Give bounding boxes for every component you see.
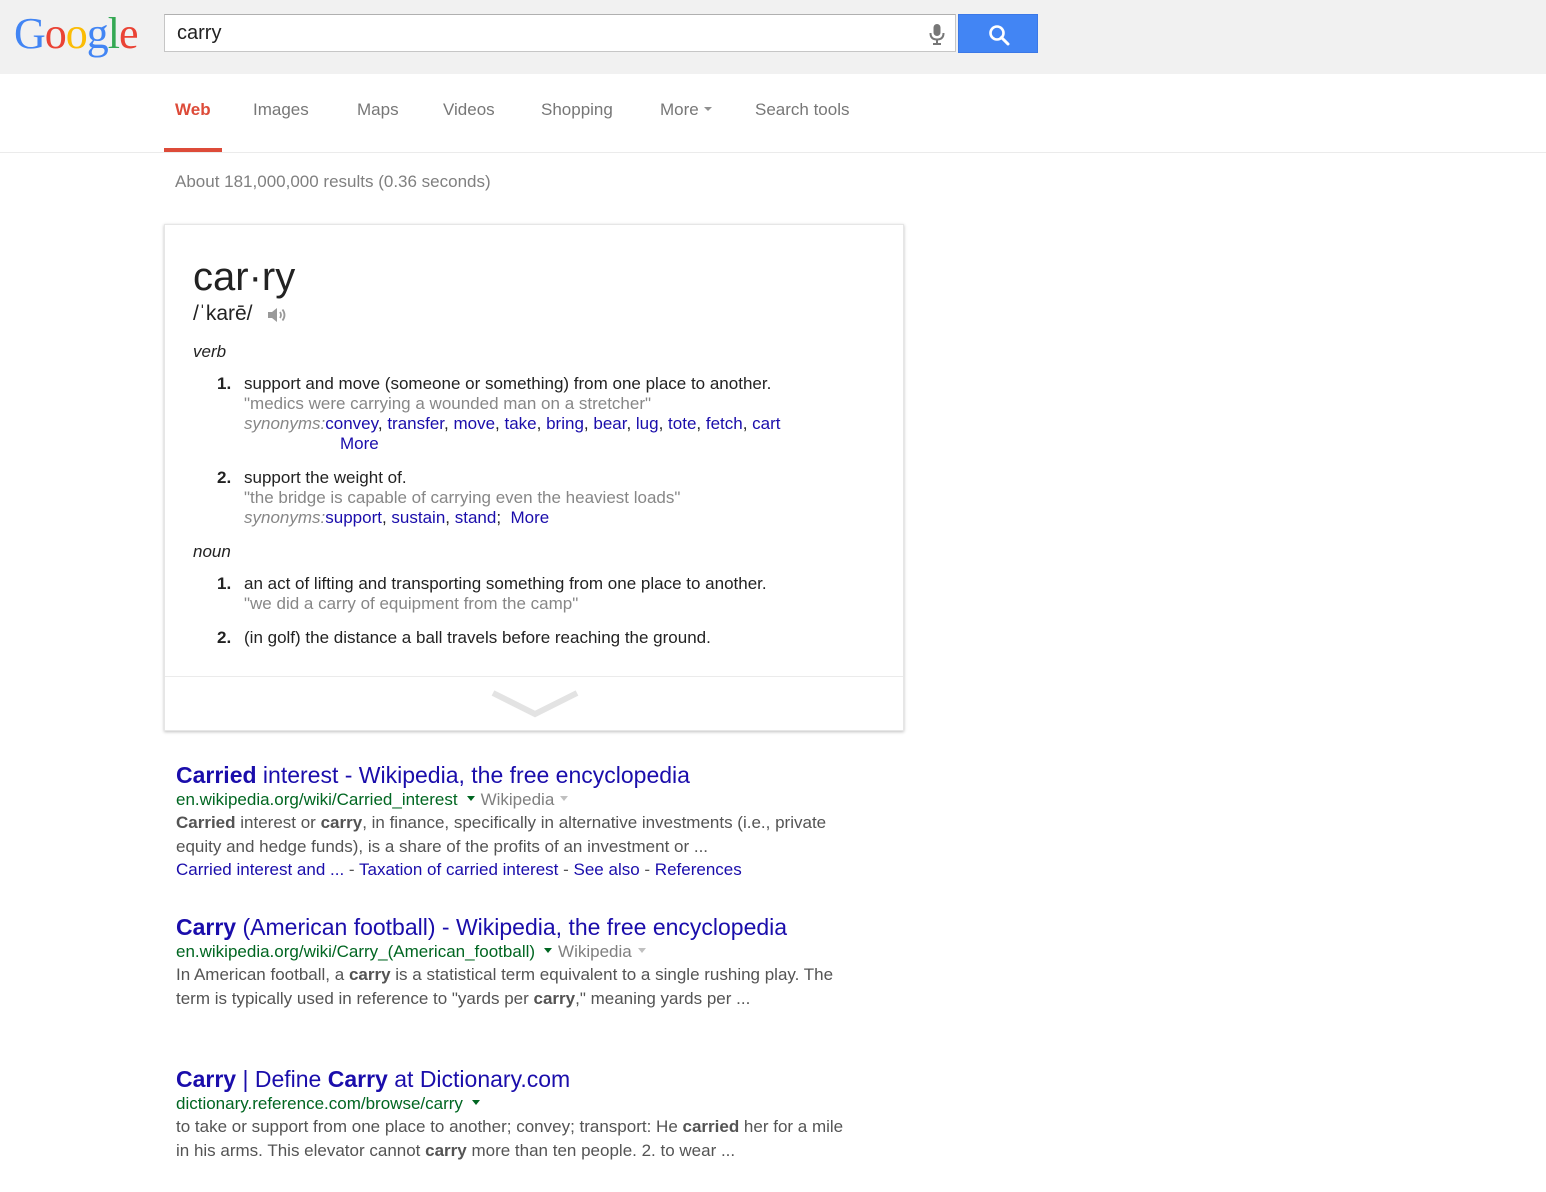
- speaker-icon[interactable]: [267, 305, 289, 330]
- dictionary-card: car·ry /ˈkarē/ verb 1. support and move …: [164, 224, 904, 731]
- sense-definition: an act of lifting and transporting somet…: [244, 574, 767, 593]
- sense-number: 2.: [217, 628, 232, 647]
- sense-definition: support and move (someone or something) …: [244, 374, 772, 393]
- sense-definition: support the weight of.: [244, 468, 407, 487]
- synonym-link[interactable]: bear: [593, 414, 626, 433]
- sense-example: "we did a carry of equipment from the ca…: [244, 594, 579, 613]
- result-url[interactable]: en.wikipedia.org/wiki/Carry_(American_fo…: [176, 942, 535, 961]
- synonyms-label: synonyms:: [244, 508, 326, 527]
- sense-example: "the bridge is capable of carrying even …: [244, 488, 681, 507]
- active-tab-indicator: [164, 148, 222, 152]
- tab-more[interactable]: More: [660, 100, 712, 120]
- result-snippet: In American football, a carry is a stati…: [176, 965, 834, 1008]
- tab-more-label: More: [660, 100, 699, 119]
- sitelink[interactable]: See also: [574, 860, 640, 879]
- part-of-speech-verb: verb: [193, 342, 227, 361]
- result-url[interactable]: en.wikipedia.org/wiki/Carried_interest: [176, 790, 458, 809]
- synonym-link[interactable]: fetch: [706, 414, 743, 433]
- synonym-link[interactable]: cart: [752, 414, 780, 433]
- sense-number: 1.: [217, 574, 232, 593]
- sitelink[interactable]: Taxation of carried interest: [359, 860, 558, 879]
- synonym-link[interactable]: lug: [636, 414, 659, 433]
- url-dropdown-icon[interactable]: [544, 948, 553, 954]
- url-dropdown-icon[interactable]: [466, 796, 475, 802]
- chevron-down-icon: [703, 106, 712, 111]
- url-dropdown-icon[interactable]: [471, 1100, 480, 1106]
- dictionary-phonetic: /ˈkarē/: [193, 302, 253, 325]
- search-input[interactable]: [177, 15, 917, 51]
- tab-web[interactable]: Web: [175, 100, 211, 120]
- search-icon: [989, 25, 1010, 46]
- synonym-link[interactable]: sustain: [391, 508, 445, 527]
- google-logo[interactable]: Google: [14, 8, 139, 60]
- synonym-link[interactable]: bring: [546, 414, 584, 433]
- expand-chevron-icon[interactable]: [491, 689, 579, 724]
- search-result: Carried interest - Wikipedia, the free e…: [176, 761, 856, 881]
- synonym-link[interactable]: transfer: [387, 414, 444, 433]
- result-source[interactable]: Wikipedia: [481, 790, 555, 809]
- part-of-speech-noun: noun: [193, 542, 231, 561]
- synonyms-more-link[interactable]: More: [340, 434, 379, 453]
- result-title-link[interactable]: Carried interest - Wikipedia, the free e…: [176, 761, 856, 789]
- synonyms-label: synonyms:: [244, 414, 326, 433]
- tab-maps[interactable]: Maps: [357, 100, 399, 120]
- synonym-link[interactable]: stand: [455, 508, 497, 527]
- search-button[interactable]: [958, 14, 1038, 53]
- sense-example: "medics were carrying a wounded man on a…: [244, 394, 652, 413]
- source-dropdown-icon[interactable]: [560, 796, 569, 802]
- search-result: Carry (American football) - Wikipedia, t…: [176, 913, 856, 1011]
- result-title-link[interactable]: Carry (American football) - Wikipedia, t…: [176, 913, 856, 941]
- synonyms-more-link[interactable]: More: [511, 508, 550, 527]
- dictionary-word: car·ry: [193, 255, 296, 299]
- tab-search-tools[interactable]: Search tools: [755, 100, 850, 120]
- sense-definition: (in golf) the distance a ball travels be…: [244, 628, 711, 647]
- tab-images[interactable]: Images: [253, 100, 309, 120]
- result-url[interactable]: dictionary.reference.com/browse/carry: [176, 1094, 463, 1113]
- synonym-link[interactable]: take: [505, 414, 537, 433]
- result-stats: About 181,000,000 results (0.36 seconds): [175, 172, 491, 191]
- result-sitelinks: Carried interest and ... - Taxation of c…: [176, 860, 742, 879]
- search-result: Carry | Define Carry at Dictionary.com d…: [176, 1065, 856, 1163]
- synonym-link[interactable]: tote: [668, 414, 696, 433]
- result-source[interactable]: Wikipedia: [558, 942, 632, 961]
- source-dropdown-icon[interactable]: [637, 948, 646, 954]
- search-tabs: Web Images Maps Videos Shopping More Sea…: [0, 74, 1546, 153]
- top-bar: Google: [0, 0, 1546, 74]
- synonym-link[interactable]: convey: [325, 414, 378, 433]
- result-snippet: to take or support from one place to ano…: [176, 1117, 844, 1160]
- sitelink[interactable]: References: [655, 860, 742, 879]
- sense-number: 2.: [217, 468, 232, 487]
- card-divider: [165, 676, 903, 677]
- result-snippet: Carried interest or carry, in finance, s…: [176, 813, 827, 856]
- tab-videos[interactable]: Videos: [443, 100, 495, 120]
- search-box: [164, 14, 956, 52]
- sitelink[interactable]: Carried interest and ...: [176, 860, 344, 879]
- synonym-link[interactable]: support: [325, 508, 382, 527]
- tab-shopping[interactable]: Shopping: [541, 100, 613, 120]
- result-title-link[interactable]: Carry | Define Carry at Dictionary.com: [176, 1065, 856, 1093]
- microphone-icon[interactable]: [925, 22, 949, 46]
- synonym-link[interactable]: move: [453, 414, 495, 433]
- sense-number: 1.: [217, 374, 232, 393]
